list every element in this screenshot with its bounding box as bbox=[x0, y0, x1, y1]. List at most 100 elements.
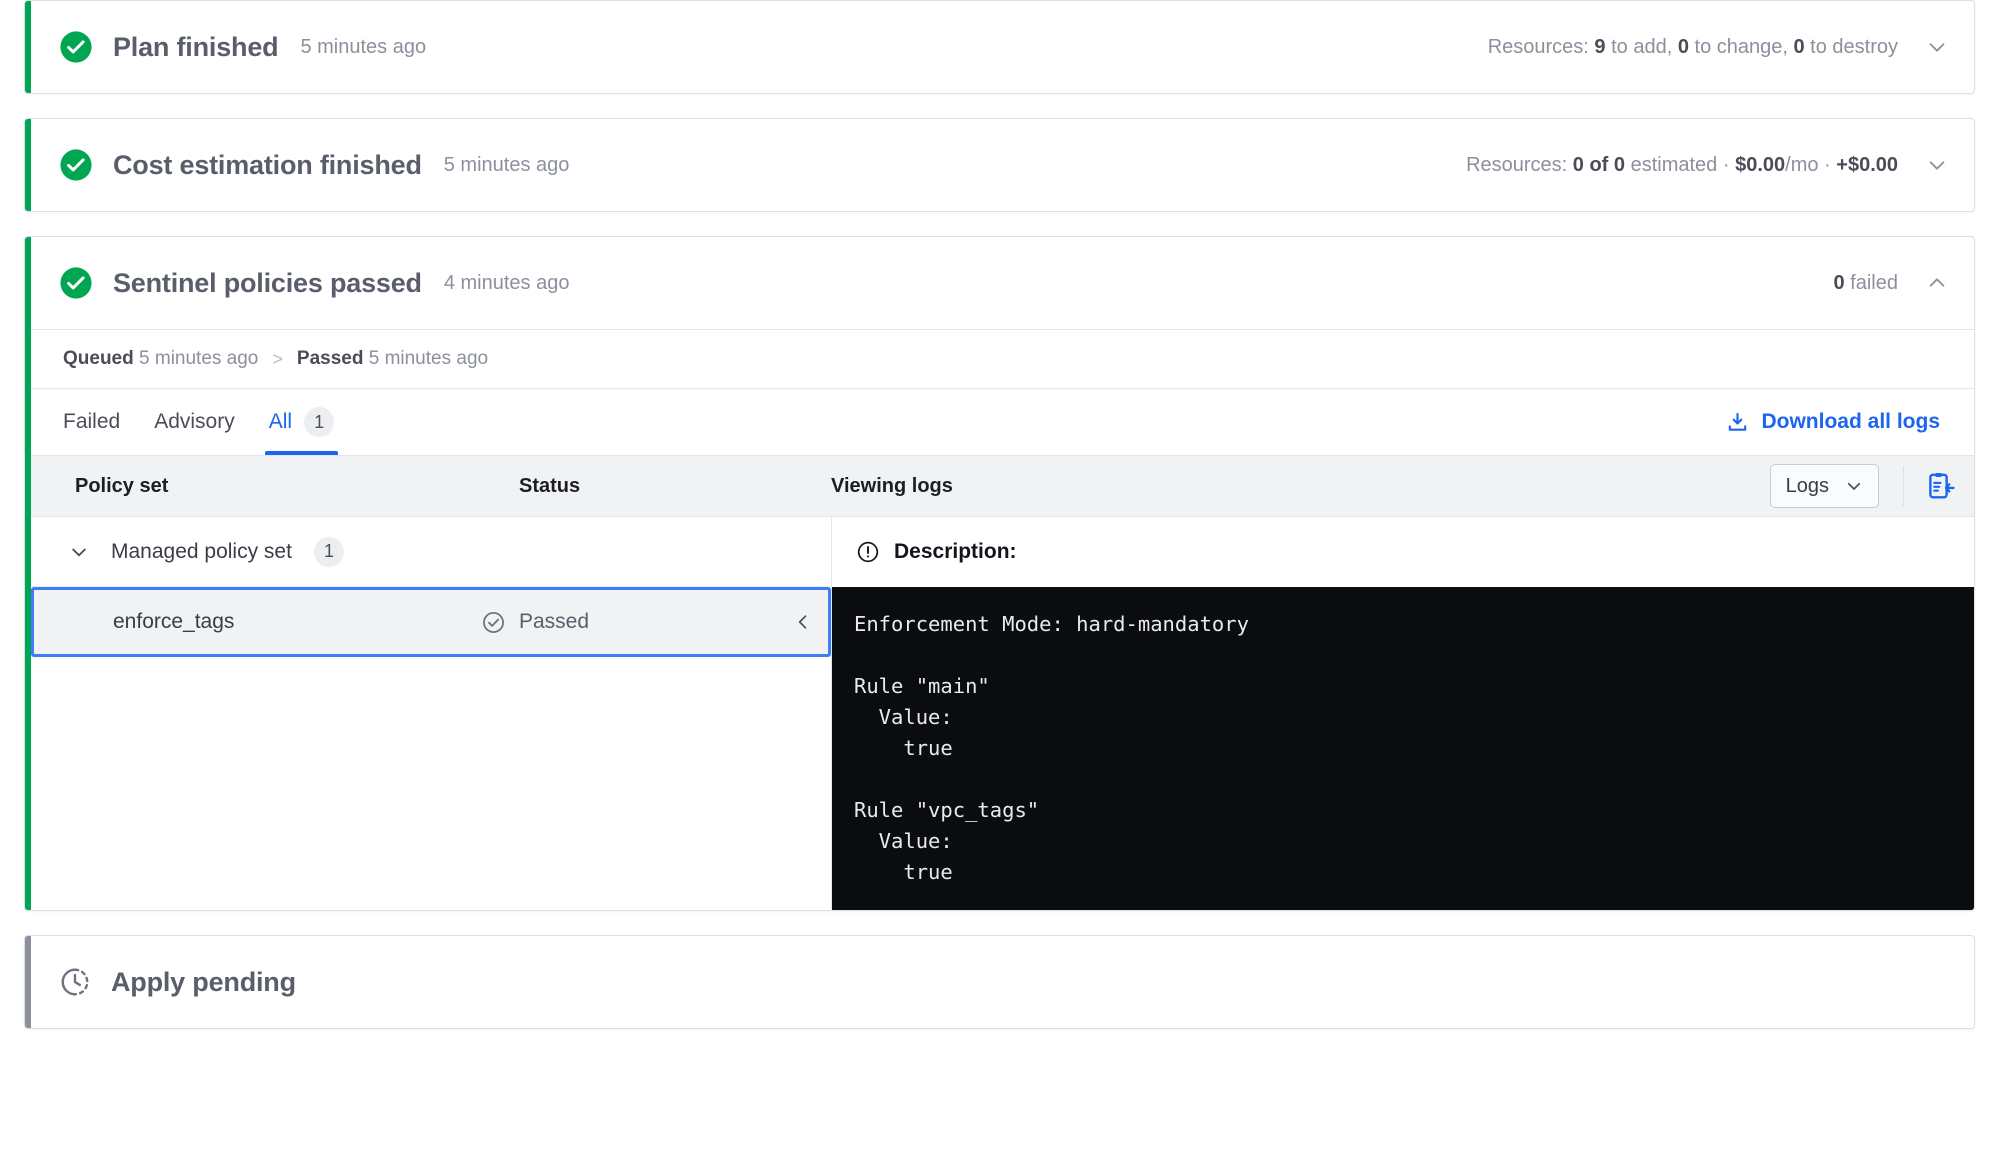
check-circle-filled-icon bbox=[60, 267, 92, 299]
tab-all-count: 1 bbox=[304, 407, 335, 437]
sentinel-failed-count: 0 bbox=[1833, 271, 1845, 294]
policy-group-row[interactable]: Managed policy set 1 bbox=[31, 517, 831, 587]
policy-tabs: Failed Advisory All 1 bbox=[63, 389, 339, 455]
timeline-passed-label: Passed bbox=[296, 348, 364, 369]
sentinel-timestamp: 4 minutes ago bbox=[443, 271, 570, 294]
policy-log-output[interactable]: Enforcement Mode: hard-mandatory Rule "m… bbox=[832, 587, 1974, 910]
apply-title: Apply pending bbox=[111, 966, 296, 997]
tab-failed-label: Failed bbox=[63, 410, 121, 433]
logs-select[interactable]: Logs bbox=[1769, 464, 1879, 508]
plan-change-count: 0 bbox=[1677, 35, 1689, 58]
tab-all[interactable]: All 1 bbox=[264, 389, 339, 455]
description-heading-label: Description: bbox=[894, 540, 1017, 563]
plan-destroy-count: 0 bbox=[1793, 35, 1805, 58]
open-in-panel-icon[interactable] bbox=[1926, 471, 1956, 501]
plan-destroy-suffix: to destroy bbox=[1804, 35, 1898, 58]
chevron-down-icon[interactable] bbox=[1926, 154, 1948, 176]
download-icon bbox=[1729, 412, 1747, 431]
chevron-down-icon[interactable] bbox=[1926, 36, 1948, 58]
cost-delta-price: +$0.00 bbox=[1836, 153, 1898, 176]
cost-estimation-header[interactable]: Cost estimation finished 5 minutes ago R… bbox=[25, 119, 1974, 211]
plan-header-left: Plan finished 5 minutes ago bbox=[59, 30, 426, 64]
log-view-tools: Logs bbox=[1769, 464, 1974, 508]
cost-resource-summary: Resources: 0 of 0 estimated · $0.00/mo ·… bbox=[1466, 154, 1898, 177]
tab-failed[interactable]: Failed bbox=[63, 389, 120, 455]
tab-advisory[interactable]: Advisory bbox=[154, 389, 235, 455]
plan-title: Plan finished bbox=[113, 31, 279, 62]
plan-finished-header[interactable]: Plan finished 5 minutes ago Resources: 9… bbox=[25, 1, 1974, 93]
timeline-queued-time: 5 minutes ago bbox=[139, 348, 259, 369]
status-accent-bar bbox=[25, 1, 31, 93]
clock-pending-icon bbox=[61, 968, 89, 996]
sentinel-title: Sentinel policies passed bbox=[113, 267, 422, 298]
cost-monthly-price: $0.00 bbox=[1735, 153, 1786, 176]
check-circle-filled-icon bbox=[60, 31, 92, 63]
sentinel-timeline: Queued 5 minutes ago > Passed 5 minutes … bbox=[25, 330, 1974, 388]
apply-header-left: Apply pending bbox=[59, 966, 296, 998]
policy-tabs-row: Failed Advisory All 1 Download all logs bbox=[25, 389, 1974, 455]
plan-resource-summary: Resources: 9 to add, 0 to change, 0 to d… bbox=[1488, 36, 1898, 59]
policy-group-count: 1 bbox=[313, 536, 344, 567]
column-header-viewing-logs: Viewing logs bbox=[831, 474, 953, 497]
policy-group-name: Managed policy set bbox=[111, 539, 292, 563]
plan-header-right: Resources: 9 to add, 0 to change, 0 to d… bbox=[1488, 36, 1948, 59]
cost-timestamp: 5 minutes ago bbox=[443, 153, 570, 176]
plan-meta-prefix: Resources: bbox=[1487, 35, 1595, 58]
plan-change-suffix: to change, bbox=[1688, 35, 1794, 58]
chevron-down-icon bbox=[72, 548, 86, 556]
sentinel-header[interactable]: Sentinel policies passed 4 minutes ago 0… bbox=[25, 237, 1974, 329]
chevron-down-icon bbox=[1847, 482, 1861, 490]
tool-separator bbox=[1903, 466, 1904, 506]
cost-header-left: Cost estimation finished 5 minutes ago bbox=[59, 148, 569, 182]
cost-price-suffix: /mo · bbox=[1785, 153, 1837, 176]
sentinel-failed-summary: 0 failed bbox=[1834, 272, 1899, 295]
apply-pending-card[interactable]: Apply pending bbox=[24, 935, 1975, 1029]
status-accent-bar bbox=[25, 936, 31, 1028]
timeline-queued: Queued 5 minutes ago bbox=[63, 348, 258, 370]
tab-advisory-label: Advisory bbox=[154, 410, 235, 433]
policy-status-label: Passed bbox=[519, 610, 590, 633]
logs-select-value: Logs bbox=[1785, 474, 1829, 497]
plan-finished-card[interactable]: Plan finished 5 minutes ago Resources: 9… bbox=[24, 0, 1975, 94]
tab-all-label: All bbox=[268, 410, 293, 433]
sentinel-policies-card[interactable]: Sentinel policies passed 4 minutes ago 0… bbox=[24, 236, 1975, 911]
status-accent-bar bbox=[25, 119, 31, 211]
policy-name: enforce_tags bbox=[113, 610, 235, 633]
check-circle-filled-icon bbox=[60, 149, 92, 181]
sentinel-header-left: Sentinel policies passed 4 minutes ago bbox=[59, 266, 569, 300]
policy-table-body: Managed policy set 1 enforce_tags Passed bbox=[31, 517, 1974, 910]
timeline-separator: > bbox=[272, 348, 283, 369]
exclamation-circle-icon bbox=[857, 541, 879, 563]
cost-estimated-count: 0 of 0 bbox=[1572, 153, 1626, 176]
plan-timestamp: 5 minutes ago bbox=[300, 35, 427, 58]
cost-header-right: Resources: 0 of 0 estimated · $0.00/mo ·… bbox=[1466, 154, 1948, 177]
timeline-passed-time: 5 minutes ago bbox=[368, 348, 489, 369]
column-header-status: Status bbox=[519, 474, 581, 497]
column-header-policy-set: Policy set bbox=[75, 474, 169, 497]
plan-add-suffix: to add, bbox=[1605, 35, 1678, 58]
cost-meta-prefix: Resources: bbox=[1466, 153, 1573, 176]
cost-estimation-card[interactable]: Cost estimation finished 5 minutes ago R… bbox=[24, 118, 1975, 212]
download-all-logs-button[interactable]: Download all logs bbox=[1726, 410, 1948, 434]
chevron-up-icon[interactable] bbox=[1926, 272, 1948, 294]
policy-status: Passed bbox=[481, 610, 775, 635]
plan-add-count: 9 bbox=[1594, 35, 1606, 58]
policy-row-collapse-button[interactable] bbox=[775, 612, 831, 632]
sentinel-header-right: 0 failed bbox=[1834, 272, 1949, 295]
policy-row-enforce-tags[interactable]: enforce_tags Passed bbox=[31, 587, 831, 657]
download-all-logs-label: Download all logs bbox=[1761, 410, 1940, 433]
policy-table-header: Policy set Status Viewing logs Logs bbox=[31, 455, 1974, 517]
sentinel-failed-label: failed bbox=[1844, 271, 1898, 294]
cost-title: Cost estimation finished bbox=[113, 149, 422, 180]
timeline-passed: Passed 5 minutes ago bbox=[297, 348, 488, 370]
policy-log-pane: Description: Enforcement Mode: hard-mand… bbox=[832, 517, 1974, 910]
chevron-left-icon bbox=[798, 615, 807, 629]
policy-table: Policy set Status Viewing logs Logs Mana… bbox=[25, 455, 1974, 910]
cost-estimated-suffix: estimated · bbox=[1625, 153, 1736, 176]
apply-pending-header[interactable]: Apply pending bbox=[25, 936, 1974, 1028]
policy-list-pane: Managed policy set 1 enforce_tags Passed bbox=[31, 517, 832, 910]
description-heading: Description: bbox=[832, 517, 1974, 587]
timeline-queued-label: Queued bbox=[63, 348, 134, 369]
run-status-page: Plan finished 5 minutes ago Resources: 9… bbox=[0, 0, 1999, 1159]
check-circle-outline-icon bbox=[483, 611, 504, 633]
